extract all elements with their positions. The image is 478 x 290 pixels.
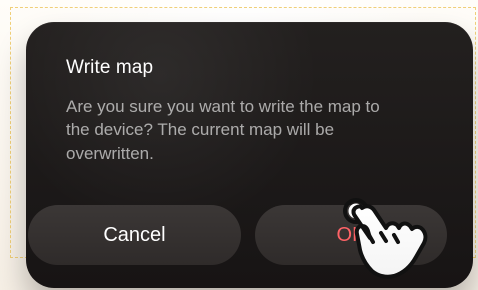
cancel-button[interactable]: Cancel <box>28 205 241 265</box>
ok-button[interactable]: OK <box>255 205 447 265</box>
dialog-title: Write map <box>66 57 154 78</box>
cancel-button-label: Cancel <box>103 224 166 246</box>
dialog-message: Are you sure you want to write the map t… <box>66 97 380 163</box>
ok-button-label: OK <box>336 224 366 246</box>
write-map-dialog: Write map Are you sure you want to write… <box>26 22 473 288</box>
